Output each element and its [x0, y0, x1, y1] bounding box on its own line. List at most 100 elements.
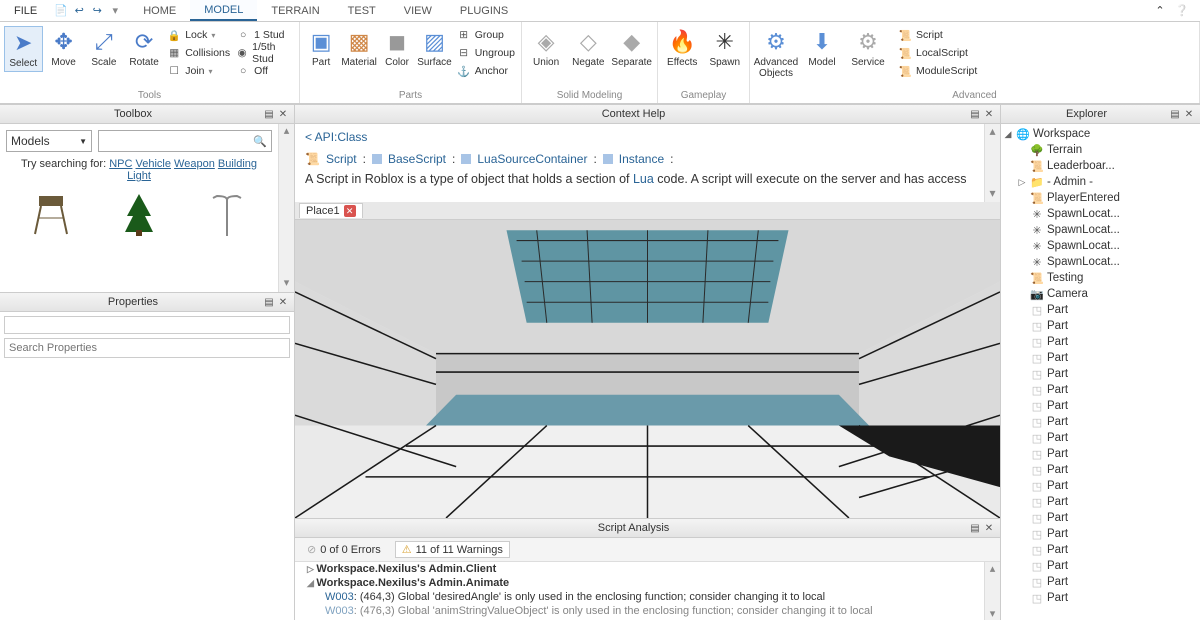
toolbox-link-vehicle[interactable]: Vehicle — [136, 158, 171, 170]
explorer-item[interactable]: 🌳Terrain — [1003, 142, 1198, 158]
errors-filter[interactable]: ⊘0 of 0 Errors — [301, 542, 387, 557]
context-class-link[interactable]: LuaSourceContainer — [477, 152, 587, 166]
color-button[interactable]: ◼Color — [380, 26, 414, 70]
explorer-item[interactable]: ◳Part — [1003, 574, 1198, 590]
move-tool[interactable]: ✥Move — [45, 26, 83, 70]
script-button[interactable]: 📜Script — [898, 26, 977, 44]
toolbox-dock-icon[interactable]: ▤ — [262, 109, 276, 120]
context-breadcrumb[interactable]: < API:Class — [305, 130, 990, 144]
context-class-link[interactable]: Script — [326, 152, 357, 166]
negate-button[interactable]: ◇Negate — [568, 26, 608, 70]
advanced-objects-button[interactable]: ⚙Advanced Objects — [754, 26, 798, 81]
explorer-item[interactable]: ◳Part — [1003, 430, 1198, 446]
toolbox-link-weapon[interactable]: Weapon — [174, 158, 215, 170]
spawn-button[interactable]: ✳Spawn — [705, 26, 746, 70]
lock-toggle[interactable]: 🔒Lock▾ — [167, 26, 230, 44]
join-toggle[interactable]: ☐Join▾ — [167, 62, 230, 80]
explorer-item[interactable]: 📜PlayerEntered — [1003, 190, 1198, 206]
sa-warning[interactable]: W003: (464,3) Global 'desiredAngle' is o… — [295, 590, 1000, 604]
explorer-item[interactable]: ◳Part — [1003, 494, 1198, 510]
part-button[interactable]: ▣Part — [304, 26, 338, 70]
undo-icon[interactable]: ↩ — [71, 3, 87, 19]
close-tab-icon[interactable]: ✕ — [344, 205, 356, 217]
collapse-ribbon-icon[interactable]: ⌃ — [1152, 3, 1168, 19]
place-tab[interactable]: Place1✕ — [299, 203, 363, 218]
explorer-item[interactable]: 📜Leaderboar... — [1003, 158, 1198, 174]
explorer-item[interactable]: 📷Camera — [1003, 286, 1198, 302]
help-icon[interactable]: ❔ — [1174, 3, 1190, 19]
menu-tab-terrain[interactable]: TERRAIN — [257, 0, 333, 21]
localscript-button[interactable]: 📜LocalScript — [898, 44, 977, 62]
explorer-item[interactable]: ◳Part — [1003, 462, 1198, 478]
explorer-close-icon[interactable]: ✕ — [1182, 109, 1196, 120]
sa-scroll-down[interactable]: ▾ — [985, 607, 1000, 620]
explorer-item[interactable]: ◳Part — [1003, 334, 1198, 350]
menu-tab-view[interactable]: VIEW — [390, 0, 446, 21]
context-dock-icon[interactable]: ▤ — [968, 109, 982, 120]
toolbox-search-input[interactable]: 🔍 — [98, 130, 272, 152]
explorer-item[interactable]: ◳Part — [1003, 542, 1198, 558]
properties-filter[interactable] — [4, 316, 290, 334]
file-menu[interactable]: FILE — [4, 5, 47, 17]
qat-more-icon[interactable]: ▾ — [107, 3, 123, 19]
toolbox-thumb-lamp[interactable] — [207, 192, 247, 236]
explorer-item[interactable]: ✳SpawnLocat... — [1003, 238, 1198, 254]
sa-warning[interactable]: W003: (476,3) Global 'animStringValueObj… — [295, 604, 1000, 618]
service-button[interactable]: ⚙Service — [846, 26, 890, 70]
model-button[interactable]: ⬇Model — [800, 26, 844, 70]
sa-group[interactable]: ◢ Workspace.Nexilus's Admin.Animate — [295, 576, 1000, 590]
properties-close-icon[interactable]: ✕ — [276, 297, 290, 308]
explorer-item[interactable]: ✳SpawnLocat... — [1003, 206, 1198, 222]
separate-button[interactable]: ◆Separate — [610, 26, 653, 70]
explorer-item[interactable]: ◳Part — [1003, 302, 1198, 318]
ungroup-button[interactable]: ⊟Ungroup — [457, 44, 515, 62]
properties-dock-icon[interactable]: ▤ — [262, 297, 276, 308]
anchor-button[interactable]: ⚓Anchor — [457, 62, 515, 80]
context-class-link[interactable]: Instance — [619, 152, 664, 166]
scale-tool[interactable]: ⤢Scale — [85, 26, 123, 70]
explorer-item[interactable]: ◳Part — [1003, 558, 1198, 574]
union-button[interactable]: ◈Union — [526, 26, 566, 70]
sa-scroll-up[interactable]: ▴ — [985, 562, 1000, 575]
new-icon[interactable]: 📄 — [53, 3, 69, 19]
group-button[interactable]: ⊞Group — [457, 26, 515, 44]
menu-tab-plugins[interactable]: PLUGINS — [446, 0, 522, 21]
toolbox-thumb-tower[interactable] — [31, 192, 71, 236]
surface-button[interactable]: ▨Surface — [416, 26, 452, 70]
explorer-item[interactable]: ◢🌐Workspace — [1003, 126, 1198, 142]
context-class-link[interactable]: BaseScript — [388, 152, 446, 166]
toolbox-link-building[interactable]: Building — [218, 158, 257, 170]
explorer-item[interactable]: ◳Part — [1003, 350, 1198, 366]
sa-group[interactable]: ▷ Workspace.Nexilus's Admin.Client — [295, 562, 1000, 576]
context-scroll-up[interactable]: ▴ — [985, 124, 1000, 140]
explorer-item[interactable]: ◳Part — [1003, 382, 1198, 398]
snap-fifth-stud[interactable]: ◉1/5th Stud — [236, 44, 293, 62]
context-scroll-down[interactable]: ▾ — [985, 186, 1000, 202]
explorer-item[interactable]: ◳Part — [1003, 318, 1198, 334]
explorer-dock-icon[interactable]: ▤ — [1168, 109, 1182, 120]
menu-tab-test[interactable]: TEST — [334, 0, 390, 21]
explorer-item[interactable]: ◳Part — [1003, 510, 1198, 526]
explorer-item[interactable]: ◳Part — [1003, 590, 1198, 606]
explorer-item[interactable]: ◳Part — [1003, 526, 1198, 542]
toolbox-close-icon[interactable]: ✕ — [276, 109, 290, 120]
explorer-item[interactable]: ✳SpawnLocat... — [1003, 254, 1198, 270]
viewport-3d[interactable] — [295, 220, 1000, 518]
rotate-tool[interactable]: ⟳Rotate — [125, 26, 163, 70]
snap-off[interactable]: ○Off — [236, 62, 293, 80]
explorer-item[interactable]: ◳Part — [1003, 414, 1198, 430]
warnings-filter[interactable]: ⚠11 of 11 Warnings — [395, 541, 510, 558]
lua-link[interactable]: Lua — [633, 172, 654, 186]
explorer-item[interactable]: ◳Part — [1003, 398, 1198, 414]
explorer-item[interactable]: ✳SpawnLocat... — [1003, 222, 1198, 238]
toolbox-thumb-tree[interactable] — [121, 192, 157, 236]
select-tool[interactable]: ➤Select — [4, 26, 43, 72]
collisions-toggle[interactable]: ▦Collisions — [167, 44, 230, 62]
toolbox-category-select[interactable]: Models▼ — [6, 130, 92, 152]
toolbox-link-npc[interactable]: NPC — [109, 158, 132, 170]
explorer-item[interactable]: ▷📁- Admin - — [1003, 174, 1198, 190]
explorer-item[interactable]: 📜Testing — [1003, 270, 1198, 286]
script-analysis-dock-icon[interactable]: ▤ — [968, 523, 982, 534]
modulescript-button[interactable]: 📜ModuleScript — [898, 62, 977, 80]
toolbox-scroll-down[interactable]: ▾ — [279, 276, 294, 292]
